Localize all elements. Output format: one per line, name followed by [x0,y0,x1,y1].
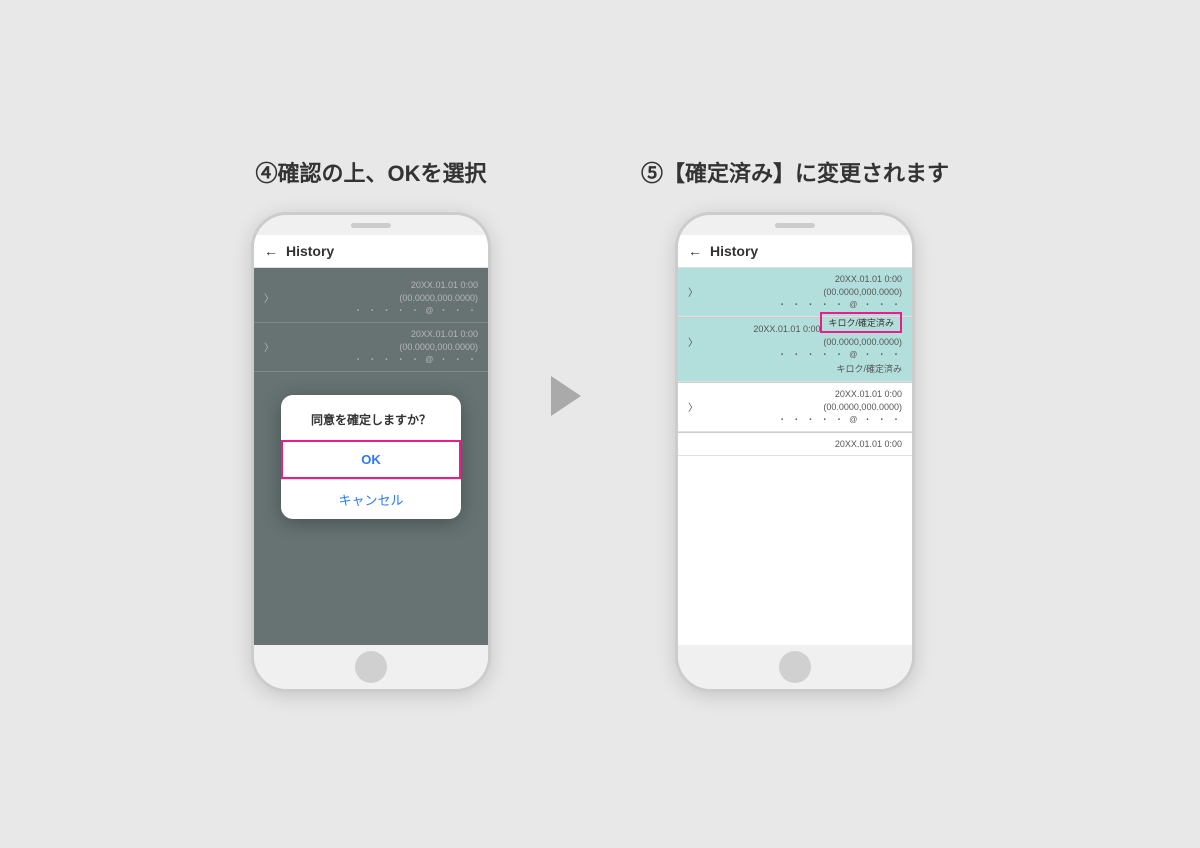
right-app-header-title: History [710,243,758,259]
left-panel-title: ④確認の上、OKを選択 [255,156,486,188]
left-panel: ④確認の上、OKを選択 ← History 20XX.01.01 [251,156,491,692]
list-item-row: 〉 (00.0000,000.0000) [688,399,902,414]
list-item-row: 〉 (00.0000,000.0000) [688,334,902,349]
list-item[interactable]: 20XX.01.01 0:00 〉 (00.0000,000.0000) ・ ・… [678,268,912,317]
list-item-date: 20XX.01.01 0:00 [688,439,902,449]
right-back-arrow-icon[interactable]: ← [688,243,702,259]
list-item-date: 20XX.01.01 0:00 [688,389,902,399]
dialog-ok-button[interactable]: OK [281,440,461,479]
list-item-dots: ・ ・ ・ ・ ・ @ ・ ・ ・ [688,414,902,425]
left-phone-home-button[interactable] [355,651,387,683]
right-screen-content: 20XX.01.01 0:00 〉 (00.0000,000.0000) ・ ・… [678,268,912,645]
confirmed-badge-plain: キロク/確定済み [688,362,902,375]
right-app-header: ← History [678,235,912,268]
dialog-title: 同意を確定しますか？ [281,395,461,440]
list-item-value: (00.0000,000.0000) [823,402,902,412]
right-panel-title: ⑤【確定済み】に変更されます [641,156,949,188]
left-app-header: ← History [254,235,488,268]
dialog-cancel-button[interactable]: キャンセル [281,479,461,519]
right-panel: ⑤【確定済み】に変更されます ← History 20XX.0 [641,156,949,692]
list-item-dots: ・ ・ ・ ・ ・ @ ・ ・ ・ [688,299,902,310]
confirm-dialog: 同意を確定しますか？ OK キャンセル [281,395,461,519]
left-phone: ← History 20XX.01.01 0:00 〉 (00.0000,000… [251,212,491,692]
list-item[interactable]: 20XX.01.01 0:00 [678,433,912,456]
right-phone-speaker [775,223,815,228]
left-phone-top-bar [254,215,488,235]
list-item[interactable]: 20XX.01.01 0:00 〉 (00.0000,000.0000) ・ ・… [678,383,912,432]
right-screen-list: 20XX.01.01 0:00 〉 (00.0000,000.0000) ・ ・… [678,268,912,645]
list-item-dots: ・ ・ ・ ・ ・ @ ・ ・ ・ [688,349,902,360]
chevron-right-icon: 〉 [688,334,698,349]
right-phone-screen: ← History 20XX.01.01 0:00 〉 (00.0000,000… [678,235,912,645]
next-arrow-icon [551,376,581,416]
list-item-row: 〉 (00.0000,000.0000) [688,284,902,299]
left-phone-bottom [254,645,488,689]
right-phone-home-button[interactable] [779,651,811,683]
left-screen-content: 20XX.01.01 0:00 〉 (00.0000,000.0000) ・ ・… [254,268,488,645]
left-back-arrow-icon[interactable]: ← [264,243,278,259]
right-phone-bottom [678,645,912,689]
chevron-right-icon: 〉 [688,399,698,414]
dialog-overlay: 同意を確定しますか？ OK キャンセル [254,268,488,645]
chevron-right-icon: 〉 [688,284,698,299]
arrow-container [551,376,581,416]
left-phone-speaker [351,223,391,228]
list-item-value: (00.0000,000.0000) [823,337,902,347]
left-phone-screen: ← History 20XX.01.01 0:00 〉 (00.0000,000… [254,235,488,645]
right-phone: ← History 20XX.01.01 0:00 〉 (00.0000,000… [675,212,915,692]
left-app-header-title: History [286,243,334,259]
list-item-date: 20XX.01.01 0:00 [688,274,902,284]
list-item-value: (00.0000,000.0000) [823,287,902,297]
main-container: ④確認の上、OKを選択 ← History 20XX.01.01 [211,116,989,732]
confirmed-badge: キロク/確定済み [820,312,902,333]
right-phone-top-bar [678,215,912,235]
